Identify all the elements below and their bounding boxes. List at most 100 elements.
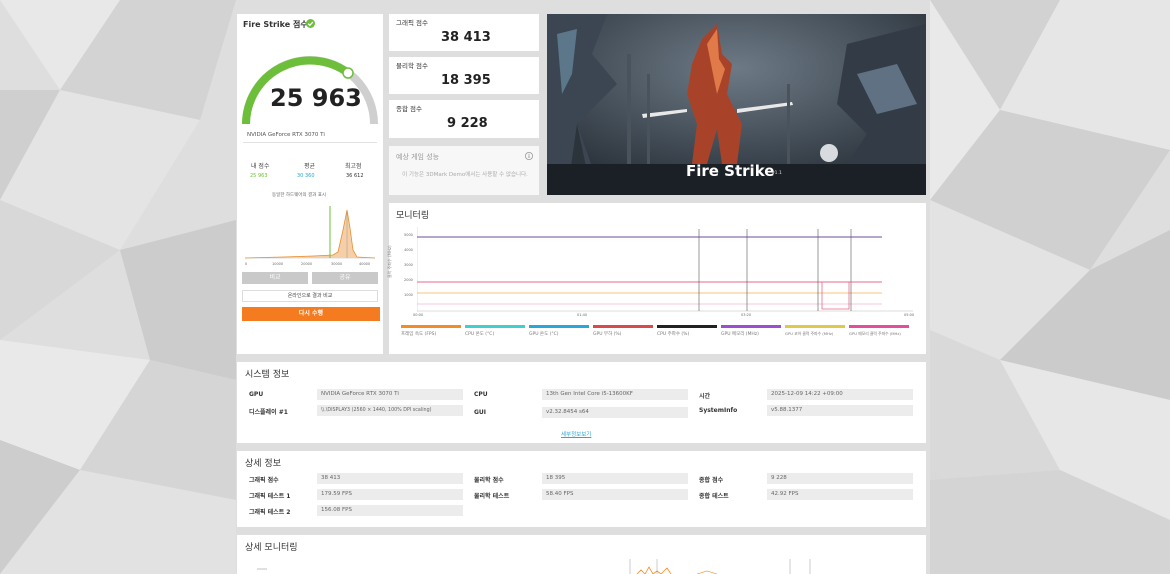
stat-value-mine: 25 963 [250,173,268,179]
detail-value-combined-test: 42.92 FPS [767,489,913,500]
sys-label-display: 디스플레이 #1 [249,409,288,416]
x-tick-1: 01:40 [577,313,588,317]
legend-label-2[interactable]: GPU 온도 (°C) [529,331,559,337]
game-performance-text: 이 기능은 3DMark Demo에서는 사용할 수 없습니다. [402,172,528,178]
sys-label-gpu: GPU [249,391,264,398]
total-score: 25 963 [270,84,362,112]
dist-x-tick-0: 0 [245,262,248,266]
legend-swatch-5 [721,325,781,328]
legend-swatch-2 [529,325,589,328]
detail-label-graphics-test-1: 그래픽 테스트 1 [249,493,291,500]
stat-value-avg: 30 360 [297,173,315,179]
detail-label-combined-test: 종합 테스트 [699,493,729,500]
detail-value-graphics-test-2: 156.08 FPS [317,505,463,516]
stat-label-best: 최고점 [345,163,362,170]
physics-score-card: 물리학 점수 18 395 [389,57,539,94]
info-icon[interactable] [525,152,533,160]
physics-score-value: 18 395 [441,73,491,88]
legend-swatch-1 [465,325,525,328]
hero-version: v1.1 [772,171,782,176]
score-distribution-chart [244,206,376,259]
system-info-title: 시스템 정보 [245,370,290,380]
legend-swatch-4 [657,325,717,328]
legend-label-5[interactable]: GPU 메모리 (MHz) [721,331,759,337]
detail-value-physics-score: 18 395 [542,473,688,484]
show-details-link[interactable]: 세부정보보기 [561,430,591,438]
gpu-name: NVIDIA GeForce RTX 3070 Ti [247,132,325,138]
dist-x-tick-4: 40000 [359,262,371,266]
detail-info-title: 상세 정보 [245,459,281,469]
sys-label-cpu: CPU [474,391,488,398]
compare-small-button[interactable]: 비교 [242,272,308,284]
sys-value-display: \\.\DISPLAY3 (2560 × 1440, 100% DPI scal… [317,405,463,416]
detail-monitoring-title: 상세 모니터링 [245,543,298,553]
legend-swatch-6 [785,325,845,328]
detail-label-graphics-test-2: 그래픽 테스트 2 [249,509,291,516]
dist-x-tick-2: 20000 [301,262,313,266]
legend-label-3[interactable]: GPU 부하 (%) [593,331,621,337]
sys-value-gpu: NVIDIA GeForce RTX 3070 Ti [317,389,463,400]
combined-score-label: 종합 점수 [396,105,422,113]
legend-swatch-0 [401,325,461,328]
x-tick-0: 00:00 [413,313,424,317]
share-small-button[interactable]: 공유 [312,272,378,284]
hero-banner: Fire Strike v1.1 [547,14,926,195]
legend-label-7[interactable]: GPU 메모리 클럭 주파수 (MHz) [849,331,901,337]
compare-online-button[interactable]: 온라인으로 결과 비교 [242,290,378,302]
detail-label-physics-test: 물리학 테스트 [474,493,510,500]
sys-value-gui: v2.32.8454 s64 [542,407,688,418]
y-tick-0: 5000 [404,233,413,237]
sys-value-systeminfo: v5.88.1377 [767,405,913,416]
combined-score-card: 종합 점수 9 228 [389,100,539,138]
sys-value-time: 2025-12-09 14:22 +09:00 [767,389,913,400]
graphics-score-label: 그래픽 점수 [396,19,428,27]
hero-title: Fire Strike [686,162,775,180]
run-again-button[interactable]: 다시 수행 [242,307,380,321]
monitoring-chart [417,227,913,312]
sys-value-cpu: 13th Gen Intel Core i5-13600KF [542,389,688,400]
detail-monitoring-chart [257,559,811,574]
score-card: Fire Strike 점수 25 963 NVIDIA GeForce RTX… [237,14,383,354]
detail-value-graphics-test-1: 179.59 FPS [317,489,463,500]
sys-label-systeminfo: SystemInfo [699,407,738,414]
monitoring-title: 모니터링 [396,211,430,221]
y-tick-2: 3000 [404,263,413,267]
legend-label-1[interactable]: CPU 온도 (°C) [465,331,494,337]
detail-label-combined-score: 종합 점수 [699,477,724,484]
verified-check-icon [306,19,315,28]
sys-label-gui: GUI [474,409,487,416]
detail-label-physics-score: 물리학 점수 [474,477,504,484]
legend-label-6[interactable]: GPU 코어 클럭 주파수 (MHz) [785,331,833,337]
detail-info-card: 상세 정보 그래픽 점수 38 413 물리학 점수 18 395 종합 점수 … [237,451,926,527]
y-tick-4: 1000 [404,293,413,297]
legend-label-0[interactable]: 프레임 속도 (FPS) [401,331,436,337]
monitoring-card: 모니터링 클럭 주파수 (MHz) 5000 4000 3000 2000 10… [387,203,926,354]
dist-x-tick-1: 10000 [272,262,284,266]
monitoring-y-axis-label: 클럭 주파수 (MHz) [387,245,392,278]
x-tick-2: 03:20 [741,313,752,317]
dist-x-tick-3: 30000 [331,262,343,266]
stat-value-best: 36 612 [346,173,364,179]
detail-value-graphics-score: 38 413 [317,473,463,484]
detail-value-combined-score: 9 228 [767,473,913,484]
combined-score-value: 9 228 [447,116,488,131]
graphics-score-card: 그래픽 점수 38 413 [389,14,539,51]
stat-label-mine: 내 점수 [251,163,270,170]
x-tick-3: 05:00 [904,313,915,317]
game-performance-card: 예상 게임 성능 이 기능은 3DMark Demo에서는 사용할 수 없습니다… [389,146,539,195]
detail-monitoring-card: 상세 모니터링 [237,535,926,574]
detail-label-graphics-score: 그래픽 점수 [249,477,279,484]
system-info-card: 시스템 정보 GPU NVIDIA GeForce RTX 3070 Ti CP… [237,362,926,443]
game-performance-title: 예상 게임 성능 [396,153,440,161]
sys-label-time: 시간 [699,393,711,400]
legend-swatch-7 [849,325,909,328]
stat-label-avg: 평균 [304,163,316,170]
distribution-title: 동일한 하드웨어의 결과 표시 [272,193,326,198]
y-tick-1: 4000 [404,248,413,252]
graphics-score-value: 38 413 [441,30,491,45]
y-tick-3: 2000 [404,278,413,282]
divider [243,142,377,143]
detail-value-physics-test: 58.40 FPS [542,489,688,500]
physics-score-label: 물리학 점수 [396,62,428,70]
legend-label-4[interactable]: CPU 주파수 (%) [657,331,689,337]
